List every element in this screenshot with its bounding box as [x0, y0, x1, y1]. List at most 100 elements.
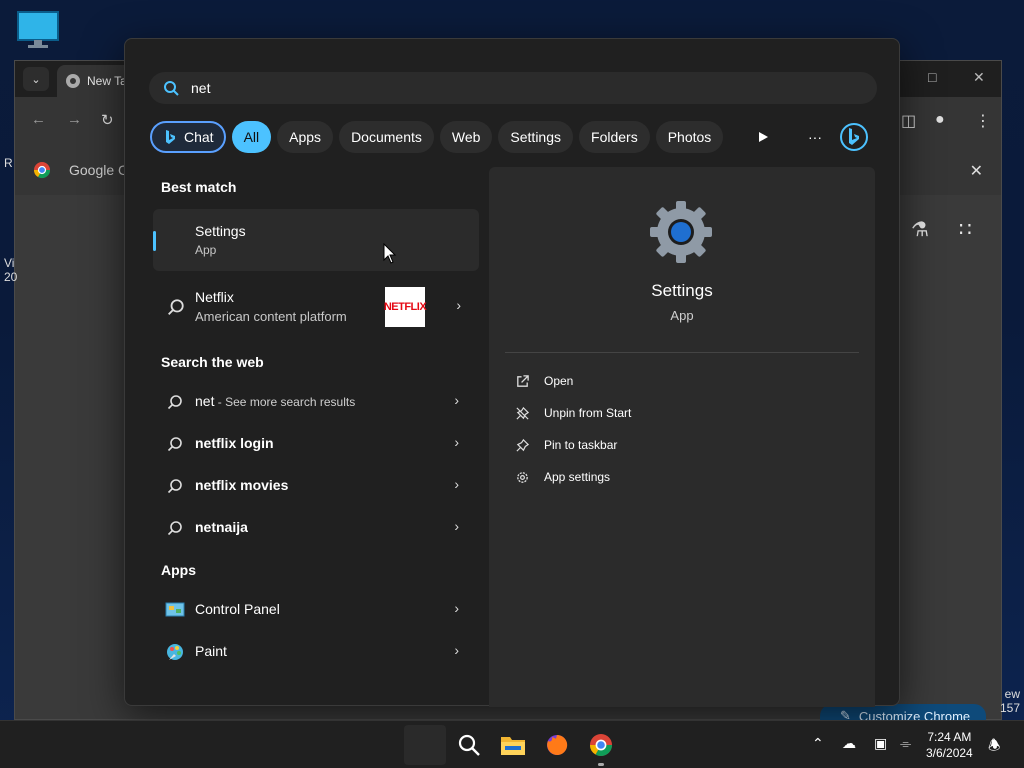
- filter-bar: Chat All Apps Documents Web Settings Fol…: [150, 121, 724, 153]
- clock-time: 7:24 AM: [927, 730, 972, 744]
- netflix-logo: NETFLIX: [384, 287, 427, 327]
- chevron-right-icon: ›: [454, 434, 459, 450]
- chevron-right-icon: ›: [454, 392, 459, 408]
- web-result[interactable]: netflix login ›: [153, 424, 479, 464]
- action-pin-to-taskbar[interactable]: Pin to taskbar: [515, 435, 617, 455]
- web-result[interactable]: netnaija ›: [153, 508, 479, 548]
- search-icon: [164, 81, 179, 96]
- app-result-control-panel[interactable]: Control Panel ›: [153, 590, 479, 630]
- filter-all-label: All: [243, 129, 260, 145]
- edge-text: Vi: [4, 256, 15, 270]
- filter-web[interactable]: Web: [439, 121, 493, 153]
- chevron-right-icon: ›: [454, 518, 459, 534]
- chrome-taskbar-icon[interactable]: [585, 729, 617, 761]
- start-button[interactable]: [404, 725, 446, 765]
- taskbar-search-icon[interactable]: [453, 729, 485, 761]
- chevron-right-icon: ›: [454, 600, 459, 616]
- result-netflix[interactable]: Netflix American content platform ›: [153, 277, 479, 337]
- action-label: App settings: [544, 470, 611, 484]
- more-options-icon[interactable]: ···: [801, 121, 829, 153]
- chrome-tab-title: New Ta: [87, 74, 127, 88]
- apps-heading: Apps: [161, 562, 196, 578]
- forward-icon[interactable]: →: [67, 111, 82, 128]
- network-icon[interactable]: ▣: [874, 735, 887, 752]
- filter-settings[interactable]: Settings: [498, 121, 574, 153]
- running-indicator: [598, 763, 604, 766]
- search-icon: [167, 479, 182, 494]
- preview-panel: Settings App Open Unpin from Start Pin t…: [489, 167, 875, 707]
- filter-all[interactable]: All: [231, 121, 272, 153]
- filter-folders[interactable]: Folders: [579, 121, 650, 153]
- clock-date: 3/6/2024: [926, 746, 973, 760]
- filter-web-label: Web: [451, 129, 481, 145]
- web-result[interactable]: netflix movies ›: [153, 466, 479, 506]
- filter-apps[interactable]: Apps: [277, 121, 334, 153]
- profile-icon[interactable]: ●: [935, 111, 945, 129]
- more-options-label: ···: [808, 129, 822, 145]
- more-filters-play-icon[interactable]: [749, 121, 777, 153]
- search-icon: [167, 437, 182, 452]
- best-match-settings[interactable]: Settings App: [153, 209, 479, 271]
- pin-icon: [516, 438, 530, 452]
- best-match-subtitle: App: [195, 243, 217, 257]
- search-box[interactable]: [149, 72, 877, 104]
- maximize-icon[interactable]: □: [928, 69, 936, 85]
- chevron-right-icon: ›: [456, 297, 461, 313]
- notifications-bell-icon[interactable]: 🕭: [988, 735, 1001, 759]
- edge-text: R: [4, 156, 13, 170]
- settings-gear-icon: [650, 201, 712, 263]
- reload-icon[interactable]: ↻: [101, 111, 114, 129]
- preview-subtitle: App: [670, 308, 694, 323]
- taskbar: ⌃ ☁ ▣ ⌯ 7:24 AM 3/6/2024 🕭: [0, 720, 1024, 768]
- clock[interactable]: 7:24 AM 3/6/2024: [926, 729, 973, 761]
- volume-muted-icon[interactable]: ⌯: [900, 735, 911, 752]
- filter-photos-label: Photos: [667, 129, 712, 145]
- web-result-extra: - See more search results: [214, 395, 356, 409]
- chrome-logo-icon: [33, 162, 51, 179]
- action-open[interactable]: Open: [515, 371, 573, 391]
- file-explorer-icon[interactable]: [497, 729, 529, 761]
- labs-flask-icon[interactable]: ⚗: [911, 217, 929, 242]
- close-window-icon[interactable]: ✕: [973, 69, 985, 86]
- app-result-paint[interactable]: Paint ›: [153, 632, 479, 672]
- bookmark-google-chrome[interactable]: Google Ch: [33, 161, 136, 179]
- action-label: Unpin from Start: [544, 406, 632, 420]
- filter-documents-label: Documents: [351, 129, 422, 145]
- firefox-icon[interactable]: [541, 729, 573, 761]
- bing-chat-icon[interactable]: [837, 121, 871, 153]
- search-icon: [168, 299, 184, 315]
- best-match-heading: Best match: [161, 179, 237, 195]
- chevron-right-icon: ›: [454, 642, 459, 658]
- web-result-term: netflix movies: [195, 477, 289, 493]
- web-result[interactable]: net - See more search results ›: [153, 382, 479, 422]
- close-infobar-icon[interactable]: ✕: [970, 161, 983, 181]
- filter-photos[interactable]: Photos: [655, 121, 724, 153]
- filter-chat[interactable]: Chat: [150, 121, 226, 153]
- search-flyout: Chat All Apps Documents Web Settings Fol…: [124, 38, 900, 707]
- paint-icon: [167, 644, 183, 660]
- search-input[interactable]: [191, 80, 791, 96]
- side-panel-icon[interactable]: ◫: [901, 111, 916, 131]
- preview-title: Settings: [651, 281, 713, 300]
- onedrive-icon[interactable]: ☁: [842, 735, 856, 752]
- app-label: Control Panel: [195, 601, 280, 617]
- filter-documents[interactable]: Documents: [339, 121, 434, 153]
- bing-icon: [166, 130, 175, 144]
- filter-chat-label: Chat: [184, 129, 214, 145]
- web-result-term: netnaija: [195, 519, 248, 535]
- tab-search-chevron-icon[interactable]: ⌄: [23, 67, 49, 91]
- web-result-term: net: [195, 393, 215, 409]
- action-app-settings[interactable]: App settings: [515, 467, 610, 487]
- apps-grid-icon[interactable]: ∷: [959, 217, 972, 242]
- search-web-heading: Search the web: [161, 354, 264, 370]
- chrome-menu-icon[interactable]: ⋮: [975, 111, 991, 131]
- netflix-subtitle: American content platform: [195, 309, 347, 324]
- filter-settings-label: Settings: [510, 129, 562, 145]
- show-hidden-icons-chevron-icon[interactable]: ⌃: [812, 735, 824, 752]
- desktop-computer-icon[interactable]: [16, 10, 62, 50]
- chevron-right-icon: ›: [454, 476, 459, 492]
- unpin-icon: [516, 406, 530, 420]
- back-icon[interactable]: ←: [31, 111, 46, 128]
- action-unpin-from-start[interactable]: Unpin from Start: [515, 403, 631, 423]
- action-label: Open: [544, 374, 574, 388]
